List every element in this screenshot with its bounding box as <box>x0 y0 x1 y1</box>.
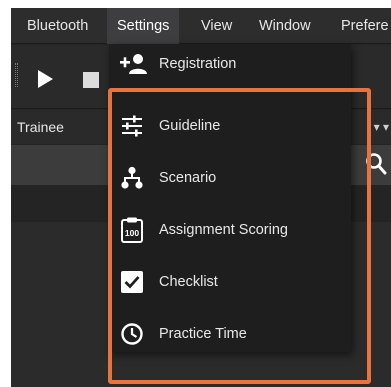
clipboard-100-icon: 100 <box>119 216 145 244</box>
menu-item-scenario[interactable]: Scenario <box>109 158 351 198</box>
toolbar-grip[interactable] <box>15 63 18 87</box>
panel-title: Trainee <box>17 119 64 135</box>
hierarchy-icon <box>119 166 145 190</box>
add-user-icon <box>119 52 147 76</box>
checkbox-icon <box>119 270 145 294</box>
menu-item-assignment-scoring[interactable]: 100 Assignment Scoring <box>109 210 351 250</box>
menu-bar: Bluetooth Settings View Window Prefere <box>11 8 391 44</box>
panel-pin-dropdown[interactable]: ▾ ▾ <box>374 110 389 144</box>
menu-item-practice-time[interactable]: Practice Time <box>109 314 351 354</box>
menu-bluetooth[interactable]: Bluetooth <box>17 8 98 44</box>
menu-item-guideline[interactable]: Guideline <box>109 106 351 146</box>
settings-dropdown-menu: Registration Guideline Scenario 100 Assi… <box>109 44 351 352</box>
clock-icon <box>119 322 145 346</box>
menu-item-label: Checklist <box>159 274 218 290</box>
play-button[interactable] <box>35 69 55 89</box>
play-icon <box>38 70 53 88</box>
sliders-icon <box>119 114 145 138</box>
search-icon[interactable] <box>365 152 387 176</box>
clipboard-score-text: 100 <box>125 228 139 238</box>
menu-item-checklist[interactable]: Checklist <box>109 262 351 302</box>
menu-settings[interactable]: Settings <box>107 8 180 44</box>
menu-item-label: Assignment Scoring <box>159 222 288 238</box>
menu-preferences[interactable]: Prefere <box>331 8 391 44</box>
menu-item-label: Practice Time <box>159 326 247 342</box>
menu-view[interactable]: View <box>191 8 242 44</box>
menu-item-label: Scenario <box>159 170 217 186</box>
menu-item-registration[interactable]: Registration <box>109 44 351 84</box>
menu-window[interactable]: Window <box>249 8 321 44</box>
application-window: Bluetooth Settings View Window Prefere T… <box>11 8 391 387</box>
menu-item-label: Registration <box>159 56 237 72</box>
menu-item-label: Guideline <box>159 118 221 134</box>
stop-button[interactable] <box>83 72 99 88</box>
